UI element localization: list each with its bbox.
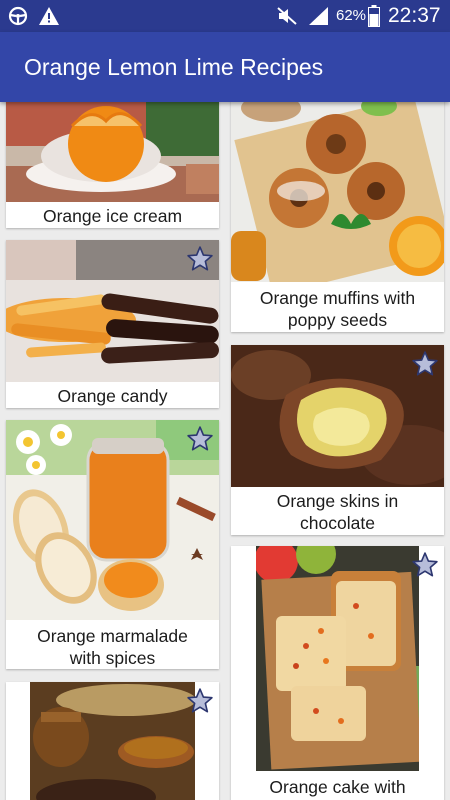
recipe-title: Orange muffins with poppy seeds — [259, 288, 416, 330]
recipe-title: Orange marmalade with spices — [37, 626, 188, 668]
star-icon[interactable] — [186, 425, 214, 453]
recipe-title: Orange cake with — [269, 777, 406, 797]
recipe-image — [6, 102, 219, 202]
battery-percent: 62% — [336, 7, 367, 24]
warning-icon — [38, 6, 60, 31]
steering-wheel-icon — [8, 6, 28, 31]
recipe-grid[interactable]: Orange ice cream Orange candy Orange mar… — [0, 102, 450, 800]
recipe-image — [256, 546, 419, 771]
recipe-card-orange-muffins[interactable]: Orange muffins with poppy seeds — [231, 102, 444, 332]
star-icon[interactable] — [411, 551, 439, 579]
recipe-title: Orange candy — [57, 386, 168, 406]
app-bar: Orange Lemon Lime Recipes — [0, 32, 450, 102]
app-title: Orange Lemon Lime Recipes — [24, 54, 324, 80]
status-bar: 62% 22:37 — [0, 0, 450, 32]
recipe-title: Orange ice cream — [42, 206, 183, 226]
recipe-card-orange-candy[interactable]: Orange candy — [6, 240, 219, 408]
star-icon[interactable] — [186, 687, 214, 715]
recipe-card-orange-skins-chocolate[interactable]: Orange skins in chocolate — [231, 345, 444, 535]
recipe-card-orange-ice-cream[interactable]: Orange ice cream — [6, 102, 219, 228]
recipe-card-orange-cake[interactable]: Orange cake with — [231, 546, 444, 800]
battery-icon — [368, 5, 380, 32]
star-icon[interactable] — [186, 245, 214, 273]
status-clock: 22:37 — [388, 4, 441, 27]
mute-icon — [276, 6, 298, 31]
recipe-title: Orange skins in chocolate — [276, 491, 399, 533]
recipe-card-orange-tea[interactable] — [6, 682, 219, 800]
star-icon[interactable] — [411, 350, 439, 378]
recipe-card-orange-marmalade[interactable]: Orange marmalade with spices — [6, 420, 219, 669]
recipe-image — [231, 102, 444, 282]
signal-icon — [308, 6, 330, 31]
